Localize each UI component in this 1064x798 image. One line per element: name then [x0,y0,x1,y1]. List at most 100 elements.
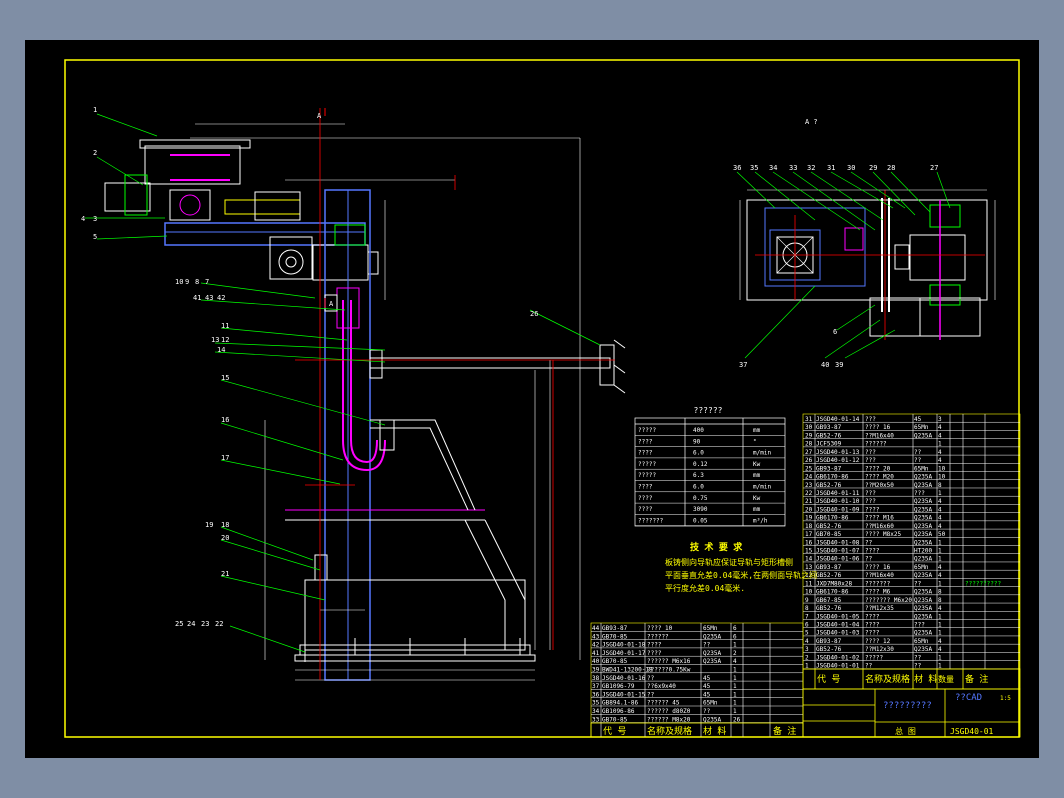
bom-cell: Q235A [703,658,721,665]
callout-number: 37 [739,361,747,369]
bom-cell: ??? [865,498,876,505]
bom-cell: ?? [647,691,655,698]
bom-cell: 44 [592,625,600,632]
callout-number: 39 [835,361,843,369]
bom-cell: 7 [805,613,809,620]
bom-cell: 1 [938,613,942,620]
param-unit: m/min [753,450,771,457]
bom-cell: 1 [733,683,737,690]
bom-cell: ???? [865,548,880,555]
bom-cell: ???? M8x25 [865,531,902,538]
bom-cell: JSGD40-01-16 [602,675,646,682]
bom-cell: GB1096-79 [602,683,635,690]
callout-number: 17 [221,454,229,462]
bom-cell: ?????????? [965,580,1002,587]
bom-cell: 4 [938,498,942,505]
param-unit: mm [753,472,761,479]
bom-cell: GB6170-86 [816,589,849,596]
bom-cell: 2 [733,650,737,657]
bom-cell: 5 [805,630,809,637]
bom-cell: 1 [733,675,737,682]
bom-cell: ?? [914,457,922,464]
callout-number: 29 [869,164,877,172]
bom-cell: GB70-85 [602,658,628,665]
bom-cell: Q235A [914,556,932,563]
param-name: ??????? [638,517,664,524]
param-unit: mm [753,427,761,434]
bom-cell: 1 [938,630,942,637]
bom-cell: ??????? [865,580,891,587]
bom-cell: ?? [914,449,922,456]
bom-cell: ???? [865,613,880,620]
callout-number: 19 [205,521,213,529]
callout-number: 21 [221,570,229,578]
bom-header-material: 材 料 [914,673,937,685]
bom-cell: Q235A [914,539,932,546]
bom-cell: ??M16x60 [865,523,894,530]
bom-cell: ??? [865,490,876,497]
bom-cell: JSGD40-01-03 [816,630,860,637]
bom-cell: ?? [914,580,922,587]
bom-left-rows: 44 GB93-87???? 10 65Mn 643 GB70-85?????? Q235… [591,625,803,723]
bom-cell: 1 [733,667,737,674]
bom-cell: GB93-87 [816,564,842,571]
param-value: 400 [693,427,704,434]
bom-cell: Q235A [914,630,932,637]
param-unit: Kw [753,461,761,468]
bom-cell: ??6x9x40 [647,683,676,690]
bom-cell: 13 [805,564,813,571]
bom-cell: ?????? d80Z0 [647,708,691,715]
param-unit: Kw [753,495,761,502]
bom-cell: JSGD40-01-09 [816,506,860,513]
bom-cell: 25 [805,465,813,472]
callout-number: 28 [887,164,895,172]
front-view [104,108,626,681]
bom-cell: JSGD40-01-01 [816,663,860,670]
bom-cell: 42 [592,642,600,649]
bom-cell: 4 [805,638,809,645]
bom-cell: ???? [647,642,662,649]
tech-req-line-2: 平面垂直允差0.04毫米,在两侧面导轨之间 [665,570,817,580]
bom-cell: JSGD40-01-10 [816,498,860,505]
bom-cell: ???? [865,622,880,629]
bom-cell: JSGD40-01-17 [602,650,646,657]
tech-req-title: 技 术 要 求 [690,541,743,553]
bom-cell: 8 [938,597,942,604]
callout-number: 18 [221,521,229,529]
bom-cell: 43 [592,633,600,640]
bom-cell: 24 [805,474,813,481]
param-value: 0.05 [693,517,708,524]
bom-cell: JSGD40-01-18 [602,642,646,649]
bom-cell: 1 [733,700,737,707]
bom-cell: 39 [592,667,600,674]
bom-cell: 8 [805,605,809,612]
bom-cell: GB6170-86 [816,474,849,481]
title-scale: 1:5 [1000,695,1011,702]
section-view-A [739,189,996,340]
param-value: 6.3 [693,472,704,479]
bom-cell: 23 [805,482,813,489]
bom-cell: 10 [805,589,813,596]
bom-cell: ?? [647,675,655,682]
callout-number: 34 [769,164,777,172]
bom-cell: 34 [592,708,600,715]
bom-header-name: 名称及规格 [865,673,910,685]
param-value: 90 [693,438,701,445]
bom-cell: Q235A [914,597,932,604]
callout-number: 33 [789,164,797,172]
bom-cell: 8 [938,482,942,489]
bom-cell: GB52-76 [816,646,842,653]
bom-cell: Q235A [703,650,721,657]
bom-cell: 4 [938,424,942,431]
bom-cell: 1 [805,663,809,670]
bom-cell: GB6170-86 [816,515,849,522]
bom-cell: 6 [733,633,737,640]
bom-cell: Q235A [914,613,932,620]
param-value: 3090 [693,506,708,513]
param-table-rows: ????? 400 mm???? 90 °???? 6.0 m/min????? 0.12 Kw… [635,427,785,526]
bom-cell: 1 [938,490,942,497]
callout-number: 41 [193,294,201,302]
bom-cell: Q235A [914,589,932,596]
bom-cell: Q235A [914,498,932,505]
bom-right-rows: 31 JSGD40-01-14??? 45 330 GB93-87???? 16 65Mn… [803,416,1020,670]
